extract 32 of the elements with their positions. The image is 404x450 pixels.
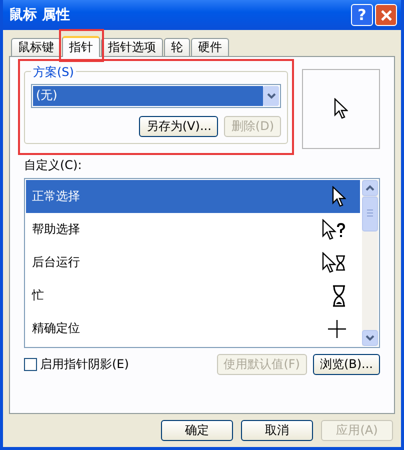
shadow-checkbox[interactable]: 启用指针阴影(E) <box>24 356 129 373</box>
customize-label: 自定义(C): <box>24 157 83 174</box>
list-button[interactable]: 浏览(B)... <box>312 354 380 375</box>
dialog-button[interactable]: 确定 <box>161 420 233 441</box>
scrollbar[interactable] <box>362 180 378 346</box>
checkbox-label: 启用指针阴影(E) <box>40 356 129 373</box>
scheme-button[interactable]: 另存为(V)... <box>139 116 218 137</box>
cursor-list-item[interactable]: 精确定位 <box>26 312 360 345</box>
hourglass-icon <box>332 284 346 306</box>
crosshair-icon <box>328 320 346 338</box>
tab[interactable]: 指针 <box>62 36 100 57</box>
group-label: 方案(S) <box>31 64 76 81</box>
tab[interactable]: 硬件 <box>191 38 229 56</box>
dropdown-value: (无) <box>33 86 263 106</box>
checkbox[interactable] <box>24 358 37 371</box>
working-cursor-icon <box>322 252 346 274</box>
tab[interactable]: 轮 <box>164 38 190 56</box>
cursor-list-item[interactable]: 后台运行 <box>26 246 360 279</box>
cursor-list-item[interactable]: 正常选择 <box>26 180 360 213</box>
tab[interactable]: 鼠标键 <box>11 38 61 56</box>
close-icon <box>380 8 392 22</box>
dialog-button[interactable]: 取消 <box>241 420 313 441</box>
help-button[interactable]: ? <box>351 4 373 26</box>
cursor-list-item[interactable]: 帮助选择 <box>26 213 360 246</box>
arrow-cursor-icon <box>332 186 346 208</box>
arrow-cursor-icon <box>334 98 348 120</box>
scheme-dropdown[interactable]: (无) <box>31 84 281 108</box>
close-button[interactable] <box>375 4 397 26</box>
tab[interactable]: 指针选项 <box>101 38 163 56</box>
help-cursor-icon <box>322 218 346 240</box>
window-title: 鼠标 属性 <box>9 6 71 24</box>
cursor-list-item[interactable]: 忙 <box>26 279 360 312</box>
